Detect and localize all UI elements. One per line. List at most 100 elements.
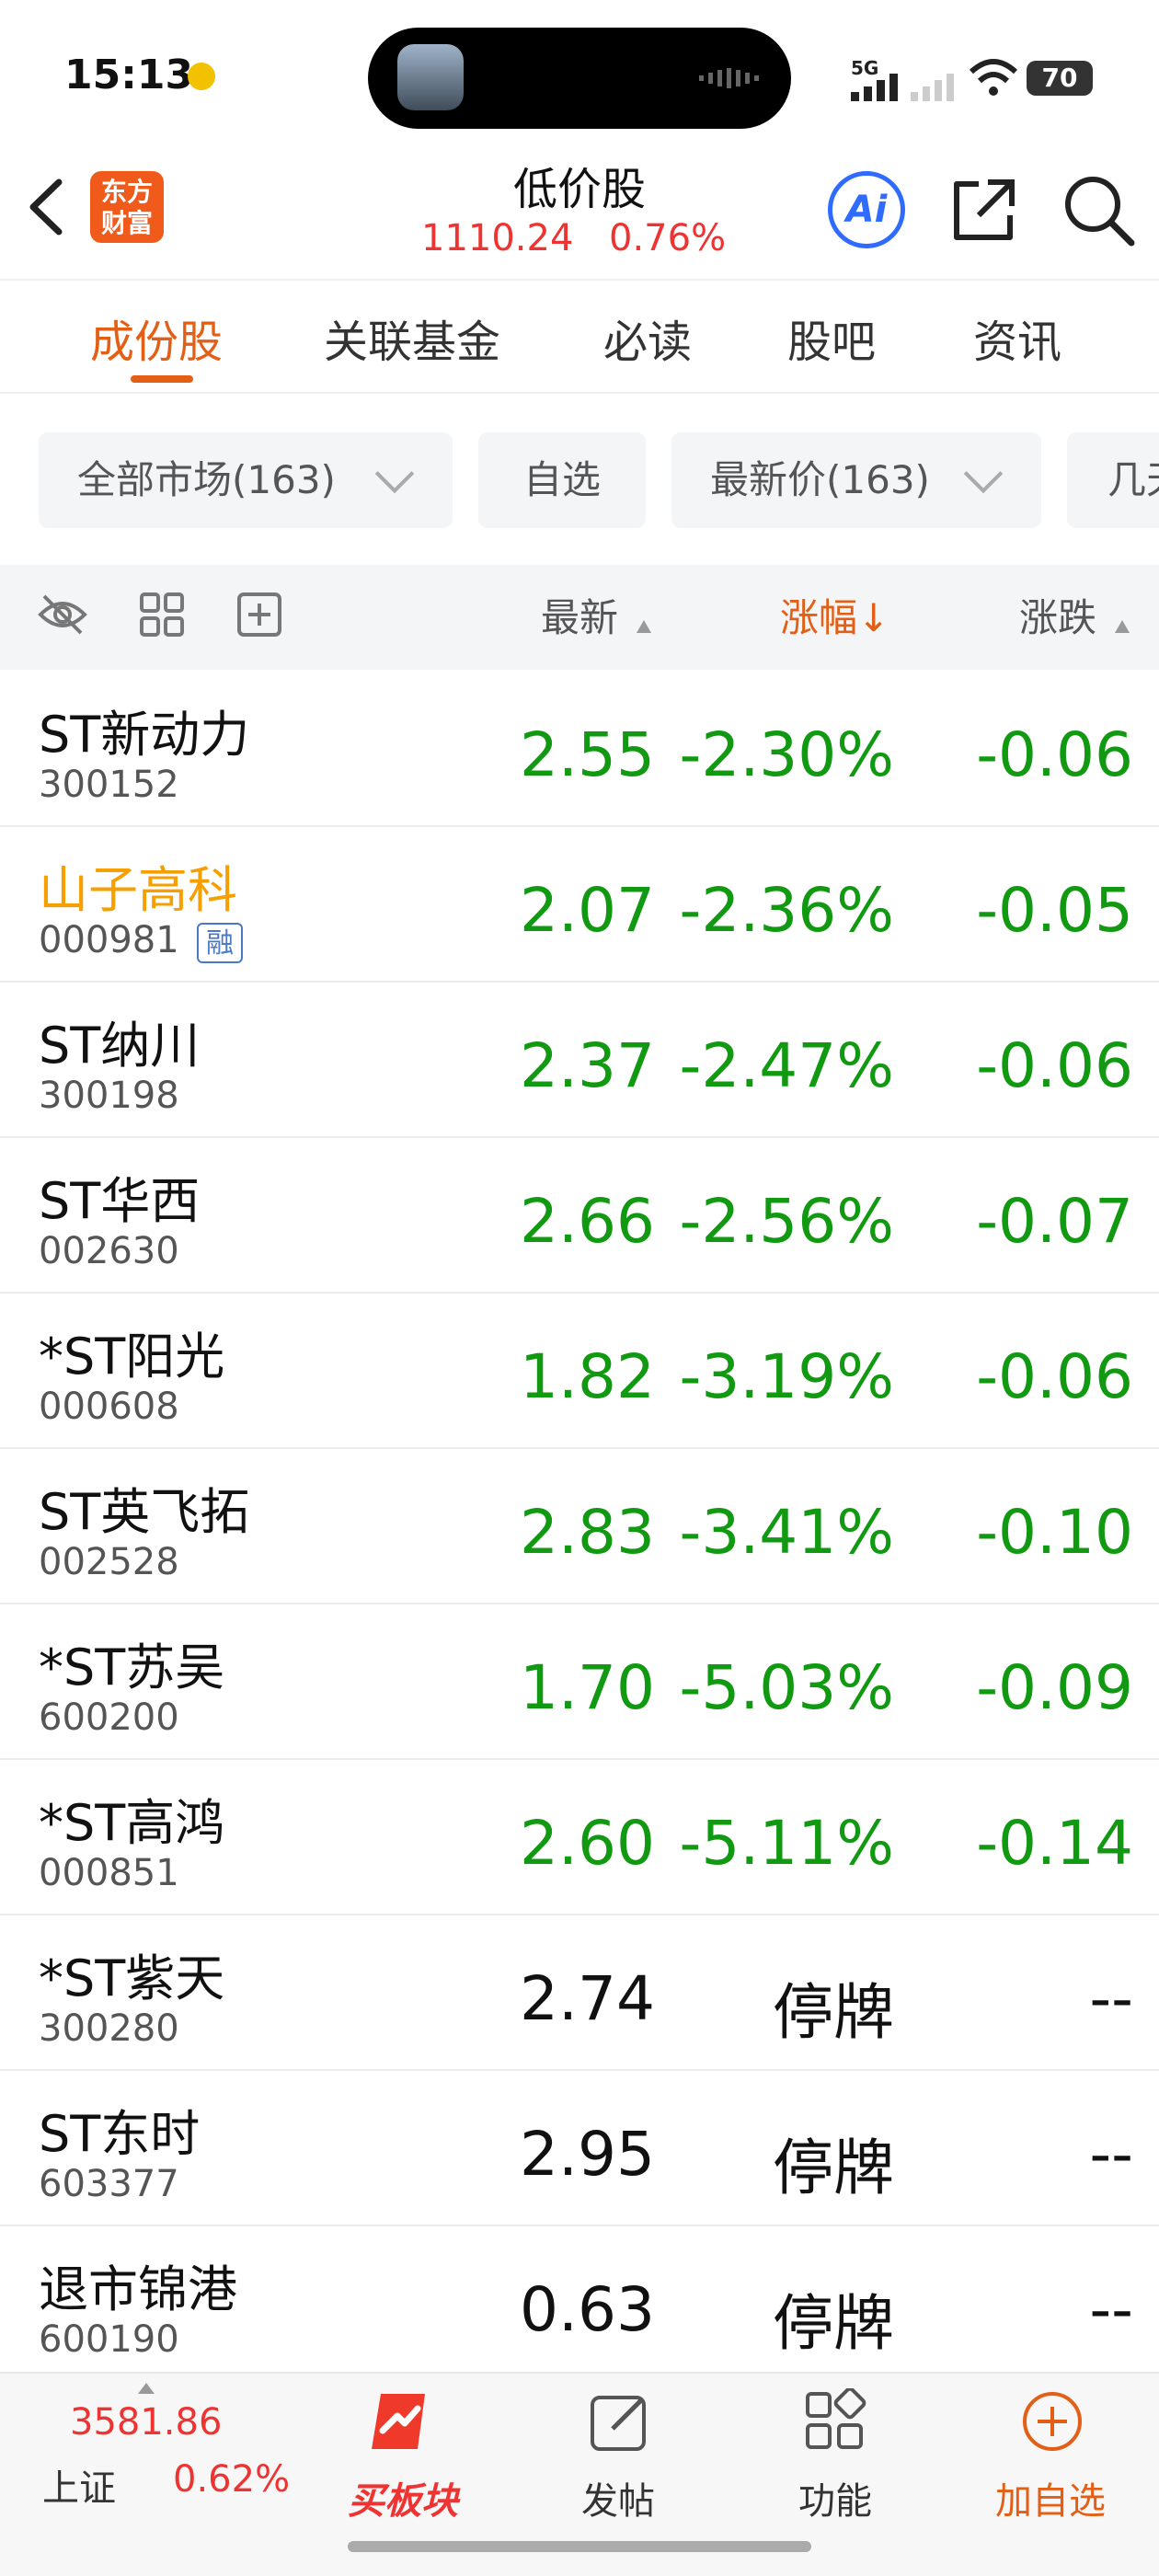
- ai-assistant-button[interactable]: Ai: [828, 171, 905, 248]
- stock-name: *ST阳光: [39, 1328, 225, 1386]
- buy-sector-button[interactable]: 买板块: [320, 2471, 486, 2524]
- divider: [0, 279, 1159, 281]
- stock-name: ST东时: [39, 2105, 201, 2163]
- stock-row[interactable]: ST华西 002630 2.66 -2.56% -0.07: [0, 1138, 1159, 1294]
- divider: [0, 392, 1159, 394]
- shanghai-index-value[interactable]: 3581.86: [70, 2401, 222, 2444]
- media-thumbnail-icon: [397, 44, 464, 110]
- latest-price: 2.55: [520, 719, 655, 790]
- tab-forum[interactable]: 股吧: [787, 305, 876, 370]
- favorites-filter[interactable]: 自选: [478, 432, 646, 528]
- sort-down-arrow-icon: ↓: [857, 595, 890, 640]
- battery-icon: 70: [1027, 61, 1093, 96]
- hide-eye-icon[interactable]: [37, 589, 88, 640]
- stock-code: 002528: [39, 1541, 179, 1583]
- change-amount: -0.07: [976, 1186, 1133, 1257]
- post-button[interactable]: 发帖: [535, 2471, 701, 2524]
- stock-row[interactable]: ST东时 603377 2.95 停牌 --: [0, 2071, 1159, 2226]
- expand-up-icon[interactable]: [138, 2383, 155, 2394]
- sort-change-pct-header[interactable]: 涨幅↓: [780, 587, 889, 643]
- page-title: 低价股: [512, 164, 646, 215]
- stock-name: ST英飞拓: [39, 1483, 250, 1541]
- sort-change-header[interactable]: 涨跌: [1019, 587, 1130, 643]
- latest-header-label: 最新: [541, 595, 619, 640]
- tab-news[interactable]: 资讯: [973, 305, 1061, 370]
- price-filter[interactable]: 最新价(163): [671, 432, 1041, 528]
- stock-code: 300152: [39, 764, 179, 806]
- stock-row[interactable]: *ST苏吴 600200 1.70 -5.03% -0.09: [0, 1604, 1159, 1760]
- stock-code: 000608: [39, 1386, 179, 1428]
- stock-row[interactable]: *ST高鸿 000851 2.60 -5.11% -0.14: [0, 1760, 1159, 1915]
- change-percent: -2.36%: [679, 875, 894, 946]
- stock-name: ST纳川: [39, 1017, 201, 1075]
- notification-icon: [188, 63, 215, 90]
- stock-row[interactable]: ST新动力 300152 2.55 -2.30% -0.06: [0, 672, 1159, 827]
- change-percent: -3.19%: [679, 1341, 894, 1412]
- suspended-status: 停牌: [773, 1977, 894, 2048]
- market-filter[interactable]: 全部市场(163): [39, 432, 453, 528]
- stock-name: ST新动力: [39, 706, 250, 764]
- back-icon[interactable]: [24, 175, 70, 239]
- signal-icon: [851, 74, 898, 101]
- add-circle-icon[interactable]: [1019, 2388, 1085, 2455]
- change-percent: -5.03%: [679, 1652, 894, 1723]
- change-amount: -0.06: [976, 1030, 1133, 1101]
- stock-row[interactable]: *ST阳光 000608 1.82 -3.19% -0.06: [0, 1294, 1159, 1449]
- change-amount: --: [1089, 2119, 1133, 2190]
- stock-code: 000851: [39, 1852, 179, 1894]
- stock-row[interactable]: ST英飞拓 002528 2.83 -3.41% -0.10: [0, 1449, 1159, 1604]
- latest-price: 2.66: [520, 1186, 655, 1257]
- latest-price: 1.70: [520, 1652, 655, 1723]
- change-percent: -2.56%: [679, 1186, 894, 1257]
- audio-wave-icon: [699, 68, 759, 88]
- wifi-icon: [969, 59, 1018, 96]
- suspended-status: 停牌: [773, 2288, 894, 2359]
- days-filter[interactable]: 几天: [1067, 432, 1159, 528]
- stock-code: 300280: [39, 2007, 179, 2050]
- change-percent: -2.47%: [679, 1030, 894, 1101]
- edit-post-icon[interactable]: [587, 2388, 653, 2455]
- price-filter-label: 最新价(163): [710, 457, 930, 502]
- grid-view-icon[interactable]: [136, 589, 188, 640]
- buy-sector-icon[interactable]: [366, 2388, 432, 2455]
- add-square-icon[interactable]: [234, 589, 285, 640]
- shanghai-index-name[interactable]: 上证: [42, 2458, 116, 2512]
- home-indicator: [348, 2541, 811, 2552]
- stock-code: 603377: [39, 2163, 179, 2205]
- functions-button[interactable]: 功能: [752, 2471, 918, 2524]
- change-amount: -0.06: [976, 719, 1133, 790]
- share-icon[interactable]: [947, 173, 1021, 247]
- tab-must-read[interactable]: 必读: [603, 305, 692, 370]
- change-amount: --: [1089, 2274, 1133, 2345]
- stock-name: *ST高鸿: [39, 1794, 225, 1852]
- search-icon[interactable]: [1060, 171, 1137, 248]
- latest-price: 1.82: [520, 1341, 655, 1412]
- functions-icon[interactable]: [802, 2388, 868, 2455]
- change-pct-header-label: 涨幅: [780, 595, 858, 640]
- tab-related-funds[interactable]: 关联基金: [324, 305, 500, 370]
- sector-index-value: 1110.24: [421, 217, 574, 259]
- active-tab-indicator: [131, 375, 193, 383]
- latest-price: 0.63: [520, 2274, 655, 2345]
- stock-name: ST华西: [39, 1172, 201, 1230]
- change-amount: -0.05: [976, 875, 1133, 946]
- stock-row[interactable]: 退市锦港 600190 0.63 停牌 --: [0, 2226, 1159, 2382]
- stock-name: *ST苏吴: [39, 1639, 225, 1696]
- stock-row[interactable]: 山子高科 000981 融 2.07 -2.36% -0.05: [0, 827, 1159, 983]
- sort-latest-header[interactable]: 最新: [541, 587, 651, 643]
- change-percent: -3.41%: [679, 1497, 894, 1568]
- change-percent: -5.11%: [679, 1808, 894, 1879]
- stock-code: 600200: [39, 1696, 179, 1739]
- change-amount: --: [1089, 1963, 1133, 2034]
- shanghai-index-change[interactable]: 0.62%: [173, 2458, 290, 2501]
- latest-price: 2.83: [520, 1497, 655, 1568]
- stock-row[interactable]: ST纳川 300198 2.37 -2.47% -0.06: [0, 983, 1159, 1138]
- tab-constituents[interactable]: 成份股: [90, 305, 223, 370]
- change-amount: -0.06: [976, 1341, 1133, 1412]
- stock-code: 600190: [39, 2318, 179, 2361]
- stock-row[interactable]: *ST紫天 300280 2.74 停牌 --: [0, 1915, 1159, 2071]
- chevron-down-icon: [963, 454, 1004, 494]
- change-percent: -2.30%: [679, 719, 894, 790]
- add-favorite-button[interactable]: 加自选: [968, 2471, 1133, 2524]
- stock-name: 退市锦港: [39, 2260, 237, 2318]
